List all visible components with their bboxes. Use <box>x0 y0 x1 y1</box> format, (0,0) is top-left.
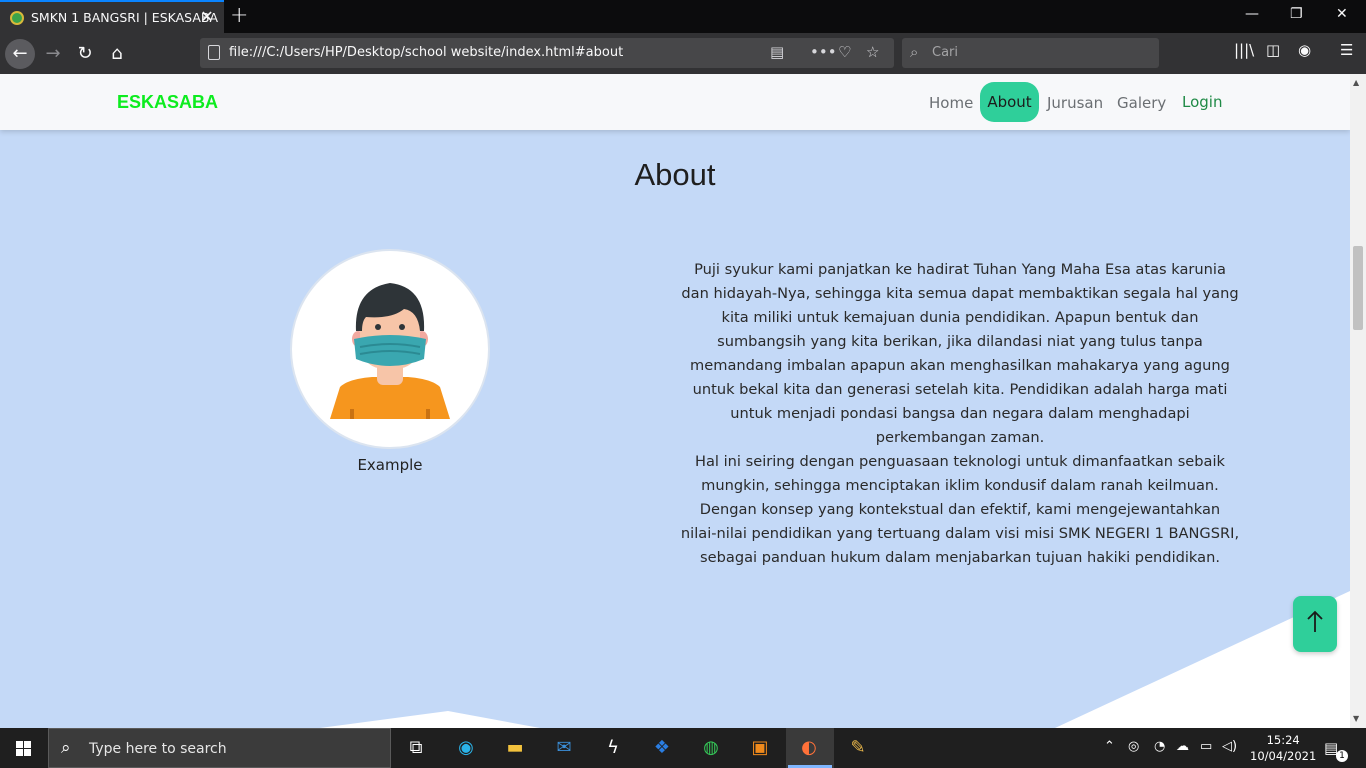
about-description: Puji syukur kami panjatkan ke hadirat Tu… <box>680 258 1240 570</box>
taskbar-clock[interactable]: 15:24 10/04/2021 <box>1250 732 1316 764</box>
login-link[interactable]: Login <box>1182 93 1222 111</box>
nav-galery[interactable]: Galery <box>1117 94 1166 112</box>
page-viewport: ESKASABA Home About Jurusan Galery Login… <box>0 74 1350 728</box>
tab-title: SMKN 1 BANGSRI | ESKASABA <box>31 10 218 25</box>
nav-home[interactable]: Home <box>929 94 973 112</box>
minimize-icon[interactable]: — <box>1245 6 1259 22</box>
account-icon[interactable]: ◉ <box>1298 41 1311 59</box>
site-navbar: ESKASABA Home About Jurusan Galery Login <box>0 74 1350 130</box>
taskbar-search-box[interactable]: ⌕ Type here to search <box>48 728 391 768</box>
search-placeholder: Cari <box>932 45 958 60</box>
scroll-to-top-button[interactable] <box>1293 596 1337 652</box>
menu-icon[interactable]: ☰ <box>1340 41 1353 59</box>
start-button[interactable] <box>0 728 48 768</box>
clock-time: 15:24 <box>1266 733 1300 747</box>
search-icon: ⌕ <box>910 43 919 61</box>
back-icon[interactable]: ← <box>5 39 35 69</box>
site-brand[interactable]: ESKASABA <box>117 92 218 113</box>
battery-icon[interactable]: ▭ <box>1200 739 1212 754</box>
whatsapp-icon[interactable]: ◍ <box>699 736 723 760</box>
nav-jurusan[interactable]: Jurusan <box>1047 94 1103 112</box>
notification-badge: 1 <box>1336 750 1348 762</box>
wifi-icon[interactable]: ◔ <box>1154 739 1165 754</box>
url-text[interactable]: file:///C:/Users/HP/Desktop/school websi… <box>229 45 623 60</box>
search-bar[interactable]: ⌕ Cari <box>902 38 1159 68</box>
file-explorer-icon[interactable]: ▬ <box>503 736 527 760</box>
home-icon[interactable]: ⌂ <box>102 39 132 69</box>
windows-logo-icon <box>16 741 31 756</box>
restore-icon[interactable]: ❐ <box>1290 6 1303 22</box>
close-tab-icon[interactable]: ✕ <box>198 7 216 26</box>
browser-tab-strip: SMKN 1 BANGSRI | ESKASABA ✕ + — ❐ ✕ <box>0 0 1366 33</box>
paint-icon[interactable]: ✎ <box>846 736 870 760</box>
url-bar[interactable]: file:///C:/Users/HP/Desktop/school websi… <box>200 38 894 68</box>
browser-toolbar: ← → ↻ ⌂ file:///C:/Users/HP/Desktop/scho… <box>0 33 1366 74</box>
school-logo-icon <box>10 11 24 25</box>
library-icon[interactable]: |||\ <box>1234 41 1254 59</box>
windows-taskbar: ⌕ Type here to search ⧉ ◉ ▬ ✉ ϟ ❖ ◍ ▣ ◐ … <box>0 728 1366 768</box>
window-close-icon[interactable]: ✕ <box>1336 6 1348 22</box>
browser-tab[interactable]: SMKN 1 BANGSRI | ESKASABA ✕ <box>0 0 224 33</box>
image-caption: Example <box>357 456 423 474</box>
bookmark-star-icon[interactable]: ☆ <box>866 43 879 61</box>
taskbar-search-placeholder: Type here to search <box>89 741 227 757</box>
avatar-image <box>290 249 490 449</box>
new-tab-icon[interactable]: + <box>230 3 248 28</box>
forward-icon[interactable]: → <box>38 39 68 69</box>
nav-about[interactable]: About <box>980 82 1039 122</box>
webcam-icon[interactable]: ◎ <box>1128 739 1139 754</box>
volume-icon[interactable]: ◁) <box>1222 739 1237 754</box>
firefox-icon[interactable]: ◐ <box>797 736 821 760</box>
task-view-icon[interactable]: ⧉ <box>404 736 428 760</box>
scroll-down-arrow-icon[interactable]: ▼ <box>1353 714 1359 723</box>
sublime-text-icon[interactable]: ▣ <box>748 736 772 760</box>
section-title: About <box>634 157 716 192</box>
about-paragraph-2: Hal ini seiring dengan penguasaan teknol… <box>680 453 1240 566</box>
sidebar-icon[interactable]: ◫ <box>1266 41 1280 59</box>
dropbox-icon[interactable]: ❖ <box>650 736 674 760</box>
reload-icon[interactable]: ↻ <box>70 39 100 69</box>
clock-date: 10/04/2021 <box>1250 749 1317 763</box>
cloud-icon[interactable]: ☁ <box>1176 739 1189 754</box>
reader-view-icon[interactable]: ▤ <box>770 43 784 61</box>
mail-icon[interactable]: ✉ <box>552 736 576 760</box>
page-scrollbar[interactable]: ▲ ▼ <box>1350 74 1366 728</box>
edge-browser-icon[interactable]: ◉ <box>454 736 478 760</box>
page-icon <box>208 45 220 60</box>
search-icon: ⌕ <box>61 738 71 758</box>
pocket-icon[interactable]: ♡ <box>838 43 851 61</box>
scrollbar-thumb[interactable] <box>1353 246 1363 330</box>
about-paragraph-1: Puji syukur kami panjatkan ke hadirat Tu… <box>681 261 1239 446</box>
scroll-up-arrow-icon[interactable]: ▲ <box>1353 78 1359 87</box>
app-icon[interactable]: ϟ <box>601 736 625 760</box>
page-actions-icon[interactable]: ••• <box>810 43 837 61</box>
arrow-up-icon <box>1307 610 1323 632</box>
show-hidden-icons[interactable]: ⌃ <box>1104 739 1115 754</box>
